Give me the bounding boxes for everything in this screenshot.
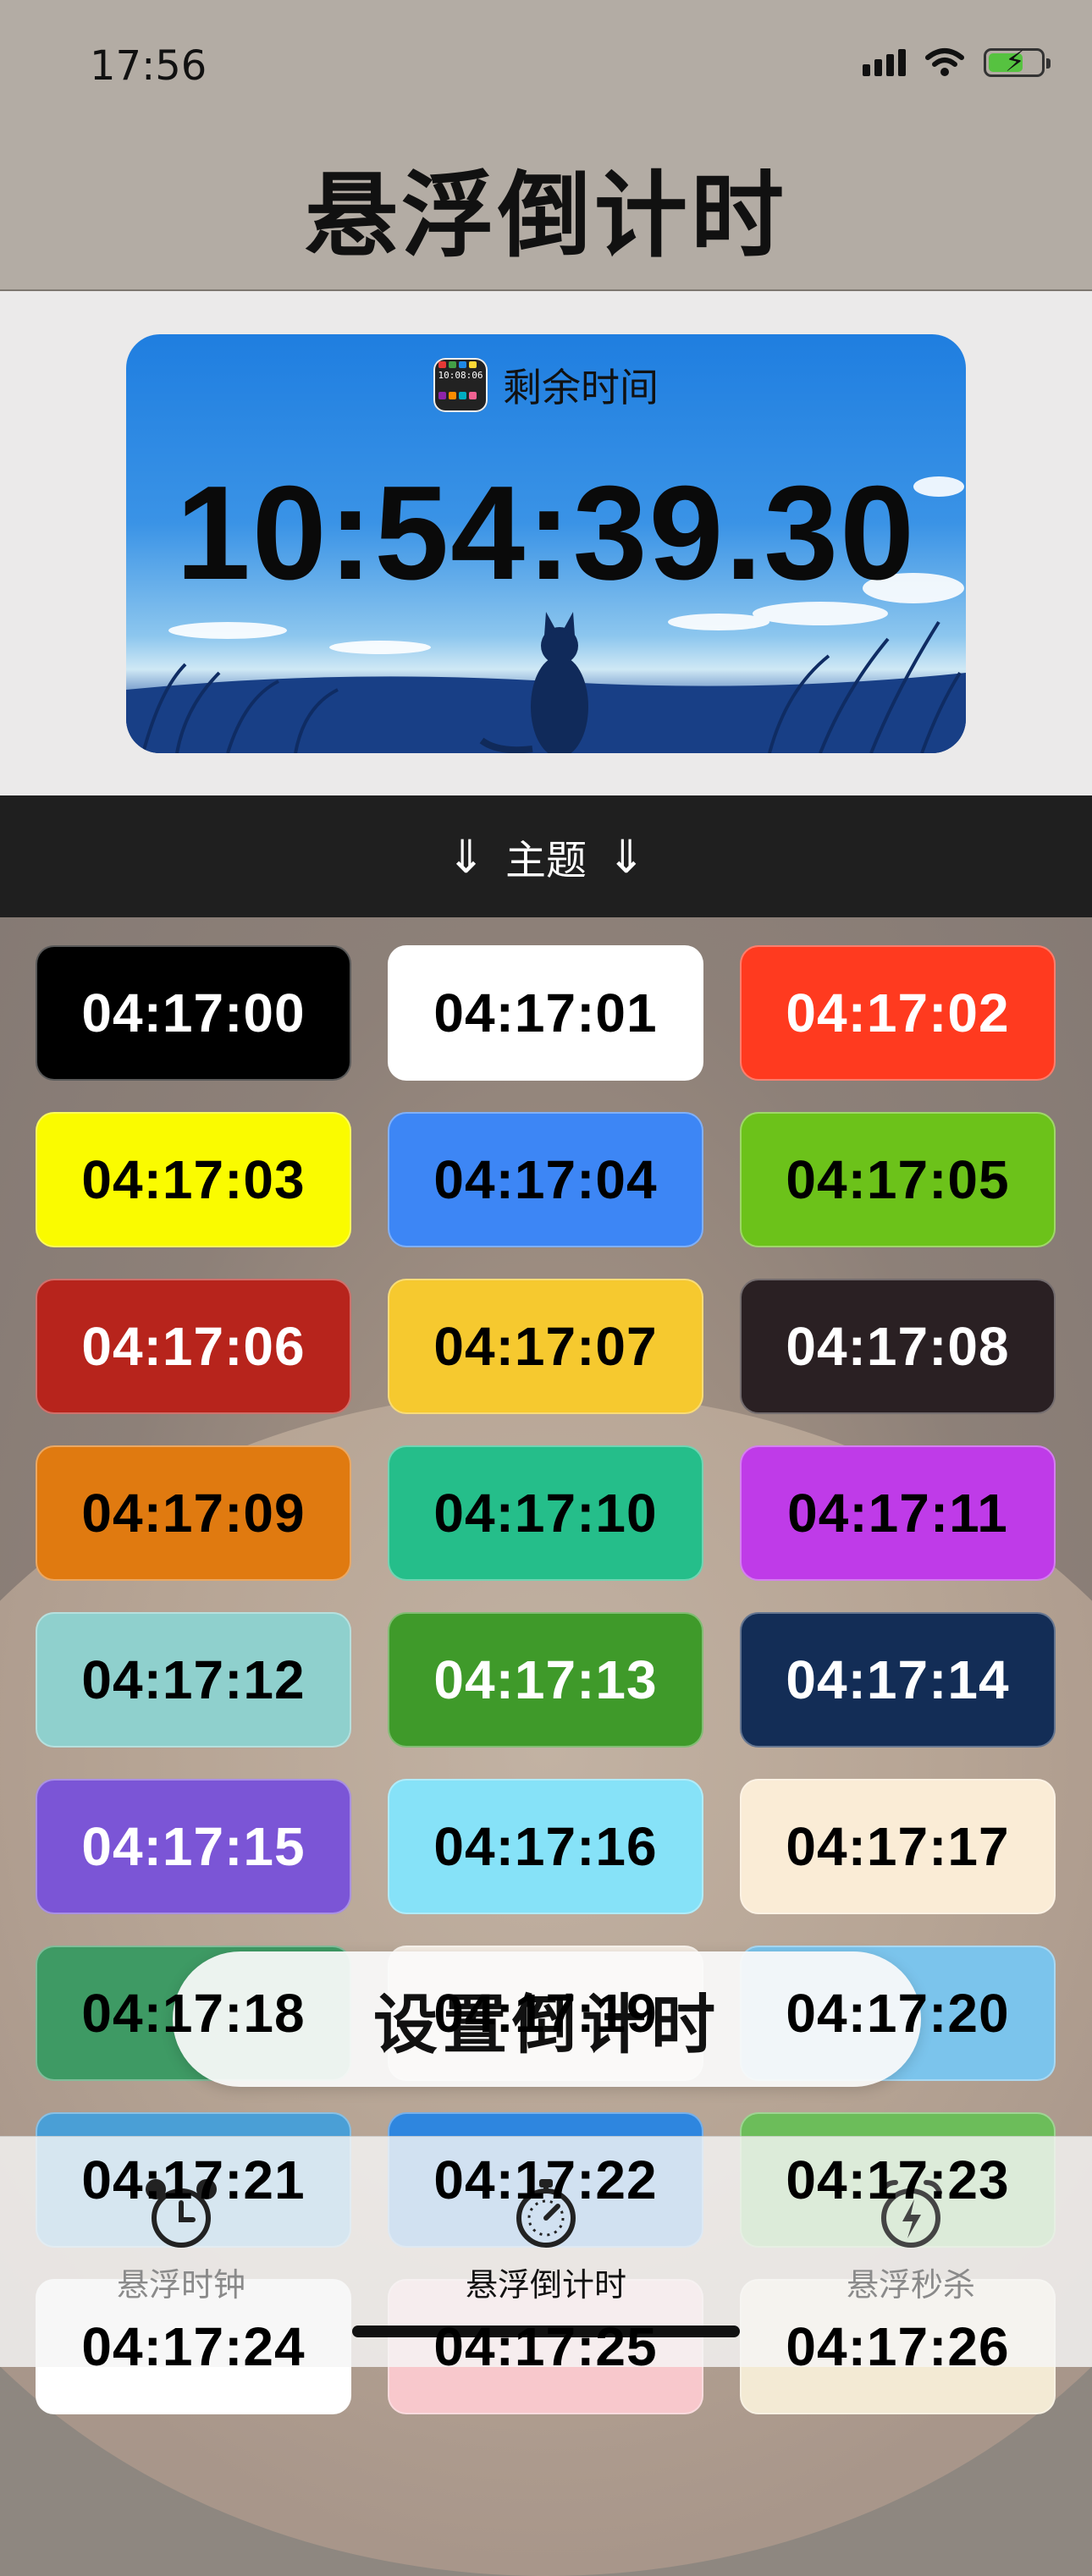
theme-tile-time: 04:17:06 — [81, 1316, 306, 1377]
theme-tile-time: 04:17:11 — [787, 1483, 1008, 1544]
theme-tile[interactable]: 04:17:11 — [740, 1445, 1056, 1581]
theme-tile-time: 04:17:14 — [786, 1649, 1010, 1710]
theme-tile-time: 04:17:10 — [433, 1483, 658, 1544]
theme-tile[interactable]: 04:17:04 — [388, 1112, 703, 1247]
theme-tile[interactable]: 04:17:13 — [388, 1612, 703, 1748]
tab-label: 悬浮倒计时 — [465, 2266, 626, 2304]
theme-tile-time: 04:17:17 — [786, 1816, 1010, 1877]
theme-tile[interactable]: 04:17:17 — [740, 1779, 1056, 1914]
tab-label: 悬浮时钟 — [116, 2266, 245, 2304]
theme-tile-time: 04:17:25 — [433, 2316, 658, 2377]
theme-tile-time: 04:17:12 — [81, 1649, 306, 1710]
theme-tile-time: 04:17:01 — [433, 983, 658, 1043]
theme-tile-time: 04:17:20 — [786, 1983, 1010, 2044]
theme-tile-time: 04:17:02 — [786, 983, 1010, 1043]
theme-tile-time: 04:17:00 — [81, 983, 306, 1043]
theme-tile-time: 04:17:24 — [81, 2316, 306, 2377]
theme-tile-time: 04:17:16 — [433, 1816, 658, 1877]
app-logo-icon: 10:08:06 — [433, 358, 488, 412]
theme-tile-time: 04:17:22 — [433, 2149, 658, 2210]
remaining-time-label: 剩余时间 — [503, 365, 659, 410]
theme-label: 主题 — [505, 837, 587, 884]
theme-tile[interactable]: 04:17:06 — [36, 1279, 351, 1414]
theme-tile[interactable]: 04:17:02 — [740, 945, 1056, 1081]
double-down-arrow-icon: ⇓ — [607, 829, 646, 883]
wifi-icon — [925, 48, 964, 76]
header: 17:56 ⚡ 悬浮倒计时 — [0, 0, 1092, 291]
theme-tile-time: 04:17:13 — [433, 1649, 658, 1710]
theme-tile[interactable]: 04:17:10 — [388, 1445, 703, 1581]
countdown-display: 10:54:39.30 — [175, 459, 917, 608]
status-time: 17:56 — [90, 42, 207, 90]
theme-tile-time: 04:17:03 — [81, 1149, 306, 1210]
theme-tile-time: 04:17:08 — [786, 1316, 1010, 1377]
theme-tile-time: 04:17:09 — [81, 1483, 306, 1544]
hero-label-row: 10:08:06 剩余时间 — [0, 357, 1092, 413]
theme-tile-time: 04:17:21 — [81, 2149, 306, 2210]
theme-tile-time: 04:17:05 — [786, 1149, 1010, 1210]
tab-label: 悬浮秒杀 — [846, 2266, 975, 2304]
theme-tile-time: 04:17:07 — [433, 1316, 658, 1377]
double-down-arrow-icon: ⇓ — [446, 829, 485, 883]
theme-tile[interactable]: 04:17:07 — [388, 1279, 703, 1414]
theme-tile[interactable]: 04:17:15 — [36, 1779, 351, 1914]
theme-tile[interactable]: 04:17:01 — [388, 945, 703, 1081]
cellular-signal-icon — [863, 49, 906, 76]
theme-tile[interactable]: 04:17:08 — [740, 1279, 1056, 1414]
theme-tile[interactable]: 04:17:05 — [740, 1112, 1056, 1247]
theme-tile-time: 04:17:23 — [786, 2149, 1010, 2210]
page-title: 悬浮倒计时 — [305, 162, 787, 270]
theme-tile-time: 04:17:19 — [433, 1983, 658, 2044]
theme-section-header: ⇓ 主题 ⇓ — [0, 795, 1092, 917]
battery-icon: ⚡ — [984, 47, 1051, 77]
theme-tile[interactable]: 04:17:16 — [388, 1779, 703, 1914]
theme-tile-time: 04:17:26 — [786, 2316, 1010, 2377]
theme-tile[interactable]: 04:17:09 — [36, 1445, 351, 1581]
theme-tile[interactable]: 04:17:00 — [36, 945, 351, 1081]
theme-tile-time: 04:17:18 — [81, 1983, 306, 2044]
theme-tile-time: 04:17:15 — [81, 1816, 306, 1877]
theme-tile[interactable]: 04:17:12 — [36, 1612, 351, 1748]
theme-tile[interactable]: 04:17:14 — [740, 1612, 1056, 1748]
theme-tile-time: 04:17:04 — [433, 1149, 658, 1210]
status-icons: ⚡ — [863, 47, 1051, 78]
theme-tile[interactable]: 04:17:03 — [36, 1112, 351, 1247]
